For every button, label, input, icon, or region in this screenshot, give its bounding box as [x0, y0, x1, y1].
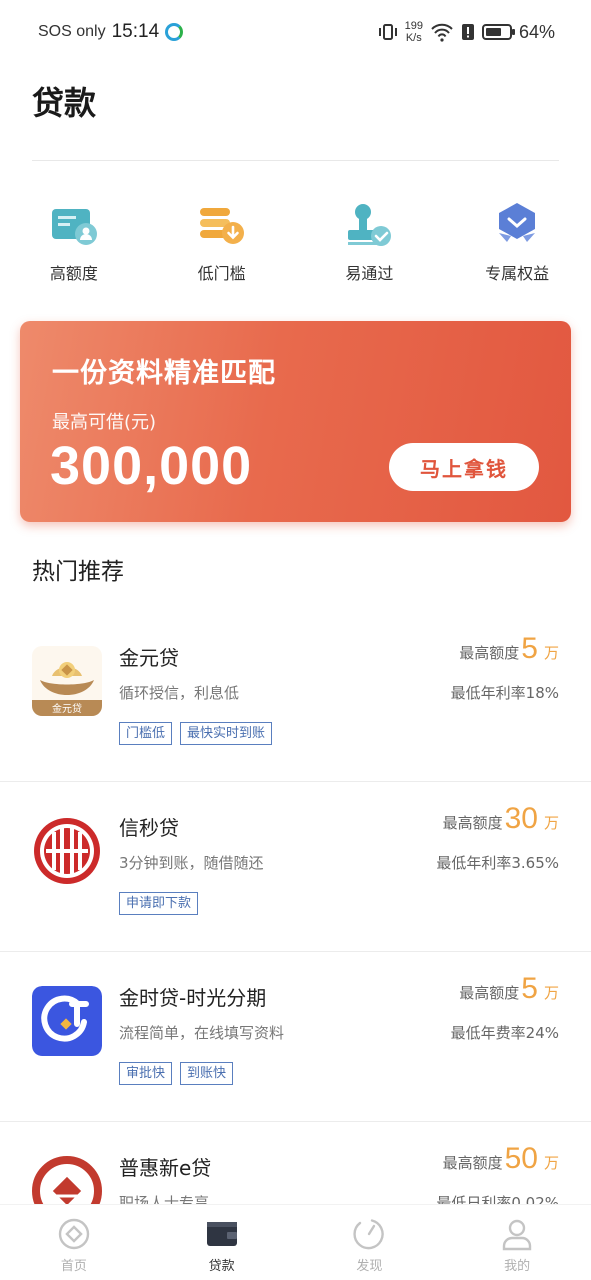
quota-label: 最高额度 [442, 814, 503, 832]
feature-label: 易通过 [345, 264, 394, 283]
product-tag: 门槛低 [119, 722, 173, 745]
product-desc: 流程简单，在线填写资料 [119, 1024, 285, 1042]
product-logo [32, 986, 102, 1056]
quota-value: 30 [504, 802, 538, 835]
hero-amount: 300,000 [50, 436, 253, 496]
product-quota: 最高额度 5 万 [459, 972, 559, 1006]
network-speed: 199 K/s [405, 20, 423, 44]
tab-discover[interactable]: 发现 [296, 1205, 444, 1280]
product-list: 金元贷 金元贷 循环授信，利息低 门槛低 最快实时到账 最高额度 5 万 最低年… [0, 612, 591, 1280]
product-name: 普惠新e贷 [119, 1156, 212, 1180]
feature-label: 专属权益 [485, 264, 550, 283]
product-logo: 金元贷 [32, 646, 102, 716]
get-money-button[interactable]: 马上拿钱 [389, 443, 539, 491]
product-quota: 最高额度 50 万 [443, 1142, 559, 1176]
quota-label: 最高额度 [459, 644, 520, 662]
product-quota: 最高额度 30 万 [443, 802, 559, 836]
home-icon [58, 1218, 90, 1250]
quota-unit: 万 [543, 644, 559, 662]
battery-percent: 64% [518, 21, 555, 42]
id-card-icon [51, 209, 97, 245]
hero-subtitle: 最高可借(元) [52, 412, 157, 433]
approval-stamp-icon [348, 204, 392, 246]
tab-label: 贷款 [208, 1259, 235, 1274]
product-logo [32, 816, 102, 886]
product-logo-text: 金元贷 [52, 702, 82, 715]
product-desc: 循环授信，利息低 [119, 684, 240, 702]
product-tags: 审批快 到账快 [119, 1062, 234, 1085]
divider [32, 160, 559, 161]
alert-icon [461, 24, 474, 40]
wifi-icon [431, 23, 453, 42]
product-card[interactable]: 金时贷-时光分期 流程简单，在线填写资料 审批快 到账快 最高额度 5 万 最低… [0, 952, 591, 1122]
quota-label: 最高额度 [459, 984, 520, 1002]
quota-label: 最高额度 [442, 1154, 503, 1172]
clock: 15:14 [111, 21, 160, 42]
product-name: 金时贷-时光分期 [119, 986, 267, 1010]
feature-row: 高额度 低门槛 易通过 专属权益 [0, 200, 591, 284]
coin-stack-icon [199, 208, 244, 244]
badge-shield-icon [499, 203, 536, 242]
product-tag: 审批快 [119, 1062, 173, 1085]
quota-unit: 万 [543, 984, 559, 1002]
network-speed-value: 199 [404, 20, 423, 32]
product-name: 信秒贷 [119, 816, 179, 840]
product-tags: 门槛低 最快实时到账 [119, 722, 273, 745]
carrier-text: SOS only [38, 23, 106, 40]
feature-low-threshold[interactable]: 低门槛 [148, 200, 296, 284]
feature-label: 高额度 [49, 264, 98, 283]
jinshi-logo-icon [32, 986, 102, 1056]
tab-home[interactable]: 首页 [0, 1205, 148, 1280]
battery-icon [481, 24, 515, 40]
product-tag: 到账快 [180, 1062, 234, 1085]
feature-exclusive-benefits[interactable]: 专属权益 [443, 200, 591, 284]
citic-bank-logo-icon [34, 818, 100, 884]
tab-label: 发现 [356, 1259, 383, 1274]
carrier-logo-icon [165, 23, 184, 41]
quota-value: 5 [521, 972, 538, 1005]
product-rate: 最低年费率24% [450, 1024, 559, 1042]
network-speed-unit: K/s [405, 32, 422, 44]
product-desc: 3分钟到账，随借随还 [119, 854, 264, 872]
product-card[interactable]: 金元贷 金元贷 循环授信，利息低 门槛低 最快实时到账 最高额度 5 万 最低年… [0, 612, 591, 782]
feature-high-limit[interactable]: 高额度 [0, 200, 148, 284]
feature-easy-approval[interactable]: 易通过 [296, 200, 444, 284]
tab-label: 首页 [60, 1259, 87, 1274]
status-right: 199 K/s 64% [378, 20, 555, 44]
product-name: 金元贷 [119, 646, 179, 670]
discover-icon [353, 1219, 385, 1250]
profile-icon [502, 1219, 532, 1251]
quota-unit: 万 [543, 1154, 559, 1172]
tab-loan[interactable]: 贷款 [148, 1205, 296, 1280]
status-left: SOS only 15:14 [38, 21, 184, 43]
page-title: 贷款 [32, 84, 97, 122]
quota-value: 50 [504, 1142, 538, 1175]
product-tag: 最快实时到账 [180, 722, 273, 745]
product-tags: 申请即下款 [119, 892, 199, 915]
tab-label: 我的 [504, 1259, 531, 1274]
bottom-tab-bar: 首页 贷款 发现 我的 [0, 1204, 591, 1280]
section-title: 热门推荐 [32, 559, 124, 585]
gold-ingot-logo-icon: 金元贷 [32, 646, 102, 716]
product-card[interactable]: 信秒贷 3分钟到账，随借随还 申请即下款 最高额度 30 万 最低年利率3.65… [0, 782, 591, 952]
product-rate: 最低年利率3.65% [436, 854, 559, 872]
tab-profile[interactable]: 我的 [443, 1205, 591, 1280]
vibrate-icon [378, 24, 397, 40]
hero-title: 一份资料精准匹配 [52, 358, 276, 389]
quota-value: 5 [521, 632, 538, 665]
product-quota: 最高额度 5 万 [459, 632, 559, 666]
status-bar: SOS only 15:14 199 K/s 64% [0, 0, 591, 64]
feature-label: 低门槛 [197, 264, 246, 283]
product-rate: 最低年利率18% [450, 684, 559, 702]
wallet-icon [206, 1222, 237, 1246]
quota-unit: 万 [543, 814, 559, 832]
product-tag: 申请即下款 [119, 892, 199, 915]
hero-banner[interactable]: 一份资料精准匹配 最高可借(元) 300,000 马上拿钱 [20, 321, 571, 522]
